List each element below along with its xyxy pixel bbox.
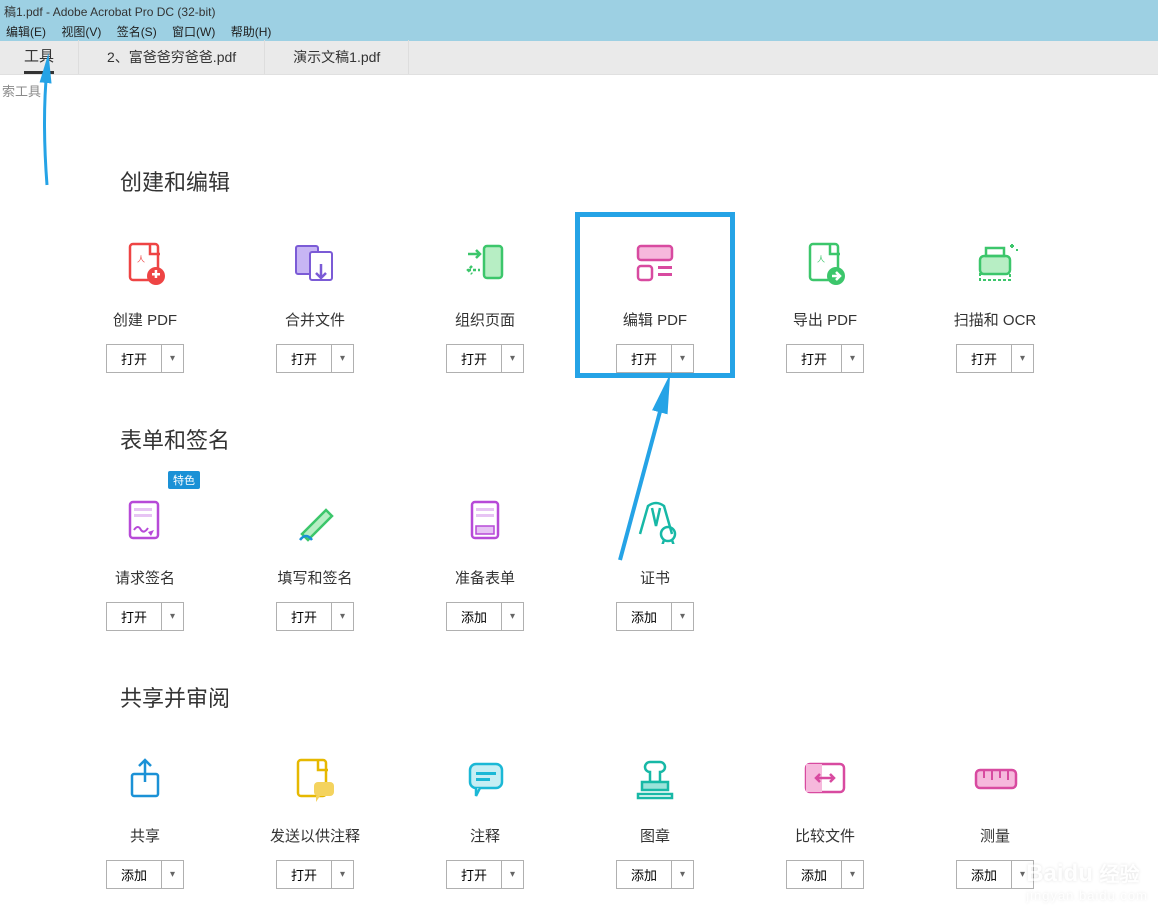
tool-edit-pdf[interactable]: 编辑 PDF 打开▾ xyxy=(570,207,740,383)
menubar: 编辑(E) 视图(V) 签名(S) 窗口(W) 帮助(H) xyxy=(0,21,1158,41)
tool-action-button[interactable]: 打开 xyxy=(276,860,332,889)
tool-create-pdf[interactable]: 创建 PDF 打开▾ xyxy=(60,207,230,383)
tool-action-button[interactable]: 添加 xyxy=(956,860,1012,889)
menu-help[interactable]: 帮助(H) xyxy=(227,22,280,41)
tool-label: 比较文件 xyxy=(740,825,910,846)
tool-comment[interactable]: 注释打开▾ xyxy=(400,723,570,899)
tool-action-button[interactable]: 添加 xyxy=(106,860,162,889)
create-pdf-icon xyxy=(60,237,230,289)
tool-action-dropdown[interactable]: ▾ xyxy=(332,344,354,373)
request-sign-icon xyxy=(60,495,230,547)
tool-request-sign[interactable]: 特色请求签名打开▾ xyxy=(60,465,230,641)
tool-label: 编辑 PDF xyxy=(570,309,740,330)
tool-action-dropdown[interactable]: ▾ xyxy=(1012,344,1034,373)
tool-label: 证书 xyxy=(570,567,740,588)
tool-export-pdf[interactable]: 导出 PDF 打开▾ xyxy=(740,207,910,383)
tool-action-button[interactable]: 打开 xyxy=(446,344,502,373)
section-title: 表单和签名 xyxy=(120,423,1158,455)
tool-action-dropdown[interactable]: ▾ xyxy=(842,860,864,889)
tool-grid: 特色请求签名打开▾填写和签名打开▾准备表单添加▾证书添加▾ xyxy=(0,465,1158,641)
measure-icon xyxy=(910,753,1080,805)
tab-tools[interactable]: 工具 xyxy=(0,40,79,74)
tool-action-dropdown[interactable]: ▾ xyxy=(672,860,694,889)
tool-action-button[interactable]: 打开 xyxy=(106,344,162,373)
tool-action-button[interactable]: 打开 xyxy=(446,860,502,889)
fill-sign-icon xyxy=(230,495,400,547)
badge: 特色 xyxy=(168,471,200,489)
tool-action-button[interactable]: 打开 xyxy=(276,344,332,373)
tool-send-comment[interactable]: 发送以供注释打开▾ xyxy=(230,723,400,899)
tool-grid: 共享添加▾发送以供注释打开▾注释打开▾图章添加▾比较文件添加▾测量添加▾ xyxy=(0,723,1158,899)
tool-action-dropdown[interactable]: ▾ xyxy=(672,602,694,631)
watermark: Baidu 经验 jingyan.baidu.com xyxy=(1026,858,1148,903)
stamp-icon xyxy=(570,753,740,805)
tool-action-button[interactable]: 添加 xyxy=(786,860,842,889)
tool-action-dropdown[interactable]: ▾ xyxy=(162,602,184,631)
tool-combine[interactable]: 合并文件打开▾ xyxy=(230,207,400,383)
tool-action-button[interactable]: 打开 xyxy=(786,344,842,373)
tool-action-button[interactable]: 添加 xyxy=(446,602,502,631)
tool-action-button[interactable]: 添加 xyxy=(616,602,672,631)
tool-label: 合并文件 xyxy=(230,309,400,330)
section-title: 共享并审阅 xyxy=(120,681,1158,713)
tool-label: 发送以供注释 xyxy=(230,825,400,846)
section-title: 创建和编辑 xyxy=(120,165,1158,197)
compare-icon xyxy=(740,753,910,805)
menu-window[interactable]: 窗口(W) xyxy=(168,22,223,41)
tool-action-button[interactable]: 打开 xyxy=(106,602,162,631)
tool-label: 填写和签名 xyxy=(230,567,400,588)
tool-action-dropdown[interactable]: ▾ xyxy=(672,344,694,373)
window-title: 稿1.pdf - Adobe Acrobat Pro DC (32-bit) xyxy=(0,0,1158,21)
menu-sign[interactable]: 签名(S) xyxy=(113,22,165,41)
tool-action-dropdown[interactable]: ▾ xyxy=(162,860,184,889)
prepare-form-icon xyxy=(400,495,570,547)
tool-action-dropdown[interactable]: ▾ xyxy=(332,602,354,631)
tool-share[interactable]: 共享添加▾ xyxy=(60,723,230,899)
tool-label: 导出 PDF xyxy=(740,309,910,330)
tool-action-button[interactable]: 打开 xyxy=(276,602,332,631)
combine-icon xyxy=(230,237,400,289)
tool-compare[interactable]: 比较文件添加▾ xyxy=(740,723,910,899)
comment-icon xyxy=(400,753,570,805)
send-comment-icon xyxy=(230,753,400,805)
tool-grid: 创建 PDF打开▾合并文件打开▾组织页面打开▾编辑 PDF打开▾导出 PDF打开… xyxy=(0,207,1158,383)
tabbar: 工具 2、富爸爸穷爸爸.pdf 演示文稿1.pdf xyxy=(0,41,1158,75)
tool-action-dropdown[interactable]: ▾ xyxy=(502,344,524,373)
tab-file-2[interactable]: 演示文稿1.pdf xyxy=(265,40,409,74)
tool-label: 注释 xyxy=(400,825,570,846)
export-pdf-icon xyxy=(740,237,910,289)
menu-edit[interactable]: 编辑(E) xyxy=(2,22,54,41)
tool-label: 图章 xyxy=(570,825,740,846)
tool-prepare-form[interactable]: 准备表单添加▾ xyxy=(400,465,570,641)
tool-action-button[interactable]: 添加 xyxy=(616,860,672,889)
tool-action-button[interactable]: 打开 xyxy=(956,344,1012,373)
tool-label: 准备表单 xyxy=(400,567,570,588)
tool-stamp[interactable]: 图章添加▾ xyxy=(570,723,740,899)
tool-scan-ocr[interactable]: 扫描和 OCR 打开▾ xyxy=(910,207,1080,383)
tool-action-dropdown[interactable]: ▾ xyxy=(502,860,524,889)
tool-action-dropdown[interactable]: ▾ xyxy=(842,344,864,373)
tool-certificate[interactable]: 证书添加▾ xyxy=(570,465,740,641)
tool-action-dropdown[interactable]: ▾ xyxy=(502,602,524,631)
tool-label: 测量 xyxy=(910,825,1080,846)
share-icon xyxy=(60,753,230,805)
organize-icon xyxy=(400,237,570,289)
tool-label: 组织页面 xyxy=(400,309,570,330)
tool-action-dropdown[interactable]: ▾ xyxy=(162,344,184,373)
tool-label: 扫描和 OCR xyxy=(910,309,1080,330)
tool-organize[interactable]: 组织页面打开▾ xyxy=(400,207,570,383)
certificate-icon xyxy=(570,495,740,547)
tool-action-dropdown[interactable]: ▾ xyxy=(332,860,354,889)
tool-label: 请求签名 xyxy=(60,567,230,588)
tool-label: 共享 xyxy=(60,825,230,846)
menu-view[interactable]: 视图(V) xyxy=(57,22,109,41)
tool-label: 创建 PDF xyxy=(60,309,230,330)
scan-ocr-icon xyxy=(910,237,1080,289)
tool-action-button[interactable]: 打开 xyxy=(616,344,672,373)
edit-pdf-icon xyxy=(570,237,740,289)
tab-file-1[interactable]: 2、富爸爸穷爸爸.pdf xyxy=(79,40,265,74)
search-tools-label: 索工具 xyxy=(0,75,1158,105)
tool-fill-sign[interactable]: 填写和签名打开▾ xyxy=(230,465,400,641)
